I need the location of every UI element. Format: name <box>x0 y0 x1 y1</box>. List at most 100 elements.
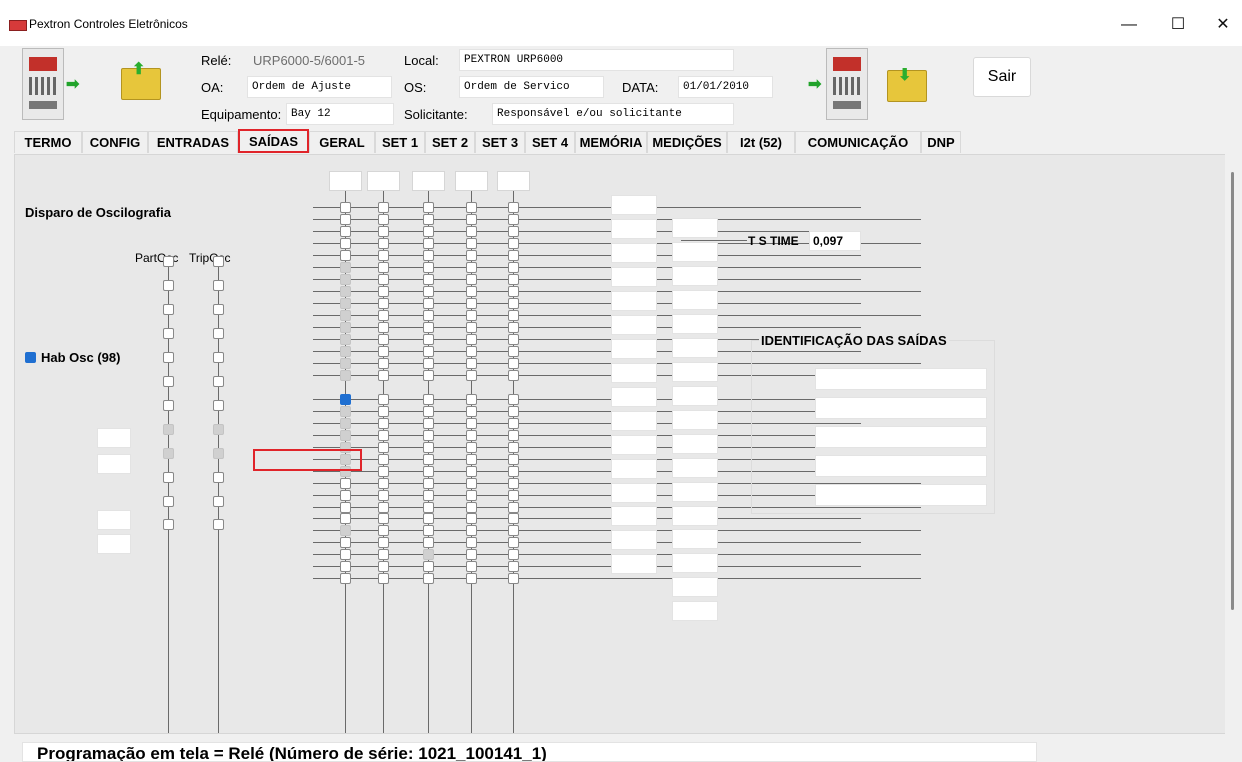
rl3-checkbox[interactable] <box>423 501 434 513</box>
sair-button[interactable]: Sair <box>973 57 1031 97</box>
rl4-checkbox[interactable] <box>466 213 477 225</box>
osc-input-field[interactable] <box>97 428 131 448</box>
left-value-box[interactable] <box>611 482 657 503</box>
relay-device-icon[interactable] <box>826 48 868 120</box>
triposc-checkbox[interactable] <box>213 303 224 315</box>
left-value-box[interactable] <box>611 386 657 407</box>
tab-set-2[interactable]: SET 2 <box>425 131 475 153</box>
right-value-box[interactable] <box>672 337 718 358</box>
rl3-checkbox[interactable] <box>423 489 434 501</box>
rl3-checkbox[interactable] <box>423 441 434 453</box>
rl2-checkbox[interactable] <box>378 237 389 249</box>
rl1-checkbox[interactable] <box>340 357 351 369</box>
rl1-checkbox[interactable] <box>340 501 351 513</box>
rl2-checkbox[interactable] <box>378 309 389 321</box>
rl2-checkbox[interactable] <box>378 513 389 525</box>
rl3-checkbox[interactable] <box>423 273 434 285</box>
triposc-checkbox[interactable] <box>213 399 224 411</box>
rl3-checkbox[interactable] <box>423 285 434 297</box>
minimize-button[interactable]: — <box>1106 10 1152 40</box>
rl4-checkbox[interactable] <box>466 537 477 549</box>
tab-set-1[interactable]: SET 1 <box>375 131 425 153</box>
hab-osc-checkbox[interactable] <box>25 352 36 363</box>
right-value-box[interactable] <box>672 457 718 478</box>
rl5-checkbox[interactable] <box>508 405 519 417</box>
rl5-checkbox[interactable] <box>508 273 519 285</box>
rl3-checkbox[interactable] <box>423 549 434 561</box>
rl5-checkbox[interactable] <box>508 525 519 537</box>
rl2-checkbox[interactable] <box>378 297 389 309</box>
partosc-checkbox[interactable] <box>163 447 174 459</box>
rl2-checkbox[interactable] <box>378 369 389 381</box>
rl3-checkbox[interactable] <box>423 225 434 237</box>
rl3-checkbox[interactable] <box>423 405 434 417</box>
rl4-checkbox[interactable] <box>466 525 477 537</box>
left-value-box[interactable] <box>611 458 657 479</box>
tab-dnp[interactable]: DNP <box>921 131 961 153</box>
right-value-box[interactable] <box>672 289 718 310</box>
rl4-checkbox[interactable] <box>466 477 477 489</box>
partosc-checkbox[interactable] <box>163 279 174 291</box>
rl3-checkbox[interactable] <box>423 357 434 369</box>
right-value-box[interactable] <box>672 529 718 550</box>
partosc-checkbox[interactable] <box>163 495 174 507</box>
right-value-box[interactable] <box>672 433 718 454</box>
rl4-checkbox[interactable] <box>466 489 477 501</box>
rl4-checkbox[interactable] <box>466 285 477 297</box>
rl4-checkbox[interactable] <box>466 249 477 261</box>
tab-set-4[interactable]: SET 4 <box>525 131 575 153</box>
rl2-checkbox[interactable] <box>378 249 389 261</box>
rl3-checkbox[interactable] <box>423 573 434 585</box>
partosc-checkbox[interactable] <box>163 399 174 411</box>
tab-mem-ria[interactable]: MEMÓRIA <box>575 131 647 153</box>
rl4-checkbox[interactable] <box>466 453 477 465</box>
partosc-checkbox[interactable] <box>163 303 174 315</box>
triposc-checkbox[interactable] <box>213 255 224 267</box>
rl3-checkbox[interactable] <box>423 477 434 489</box>
rl4-checkbox[interactable] <box>466 309 477 321</box>
rl2-checkbox[interactable] <box>378 537 389 549</box>
rl1-checkbox[interactable] <box>340 261 351 273</box>
rl3-checkbox[interactable] <box>423 561 434 573</box>
rl5-checkbox[interactable] <box>508 202 519 213</box>
solicitante-field[interactable]: Responsável e/ou solicitante <box>492 103 734 125</box>
rl3-checkbox[interactable] <box>423 393 434 405</box>
rl5-checkbox[interactable] <box>508 249 519 261</box>
rl3-checkbox[interactable] <box>423 261 434 273</box>
right-value-box[interactable] <box>672 361 718 382</box>
rl2-checkbox[interactable] <box>378 429 389 441</box>
rl4-checkbox[interactable] <box>466 237 477 249</box>
rl2-checkbox[interactable] <box>378 525 389 537</box>
rl2-checkbox[interactable] <box>378 393 389 405</box>
rl5-checkbox[interactable] <box>508 501 519 513</box>
left-value-box[interactable] <box>611 290 657 311</box>
scrollbar-thumb[interactable] <box>1231 172 1234 610</box>
rl4-checkbox[interactable] <box>466 417 477 429</box>
rl1-checkbox[interactable] <box>340 225 351 237</box>
rl-id-field[interactable] <box>815 484 987 506</box>
rl4-checkbox[interactable] <box>466 357 477 369</box>
rl1-checkbox[interactable] <box>340 369 351 381</box>
rl1-checkbox[interactable] <box>340 417 351 429</box>
rl4-checkbox[interactable] <box>466 561 477 573</box>
rl5-checkbox[interactable] <box>508 333 519 345</box>
rl3-checkbox[interactable] <box>423 321 434 333</box>
rl2-checkbox[interactable] <box>378 333 389 345</box>
rl2-checkbox[interactable] <box>378 213 389 225</box>
rl2-checkbox[interactable] <box>378 345 389 357</box>
left-value-box[interactable] <box>611 242 657 263</box>
rl5-checkbox[interactable] <box>508 513 519 525</box>
rl5-checkbox[interactable] <box>508 393 519 405</box>
right-value-box[interactable] <box>672 265 718 286</box>
partosc-checkbox[interactable] <box>163 255 174 267</box>
rl1-checkbox[interactable] <box>340 489 351 501</box>
rl5-checkbox[interactable] <box>508 477 519 489</box>
rl2-checkbox[interactable] <box>378 549 389 561</box>
data-field[interactable]: 01/01/2010 <box>678 76 773 98</box>
rl2-checkbox[interactable] <box>378 441 389 453</box>
rl4-checkbox[interactable] <box>466 549 477 561</box>
partosc-checkbox[interactable] <box>163 423 174 435</box>
rl5-checkbox[interactable] <box>508 537 519 549</box>
left-value-box[interactable] <box>611 530 657 551</box>
rl5-checkbox[interactable] <box>508 237 519 249</box>
